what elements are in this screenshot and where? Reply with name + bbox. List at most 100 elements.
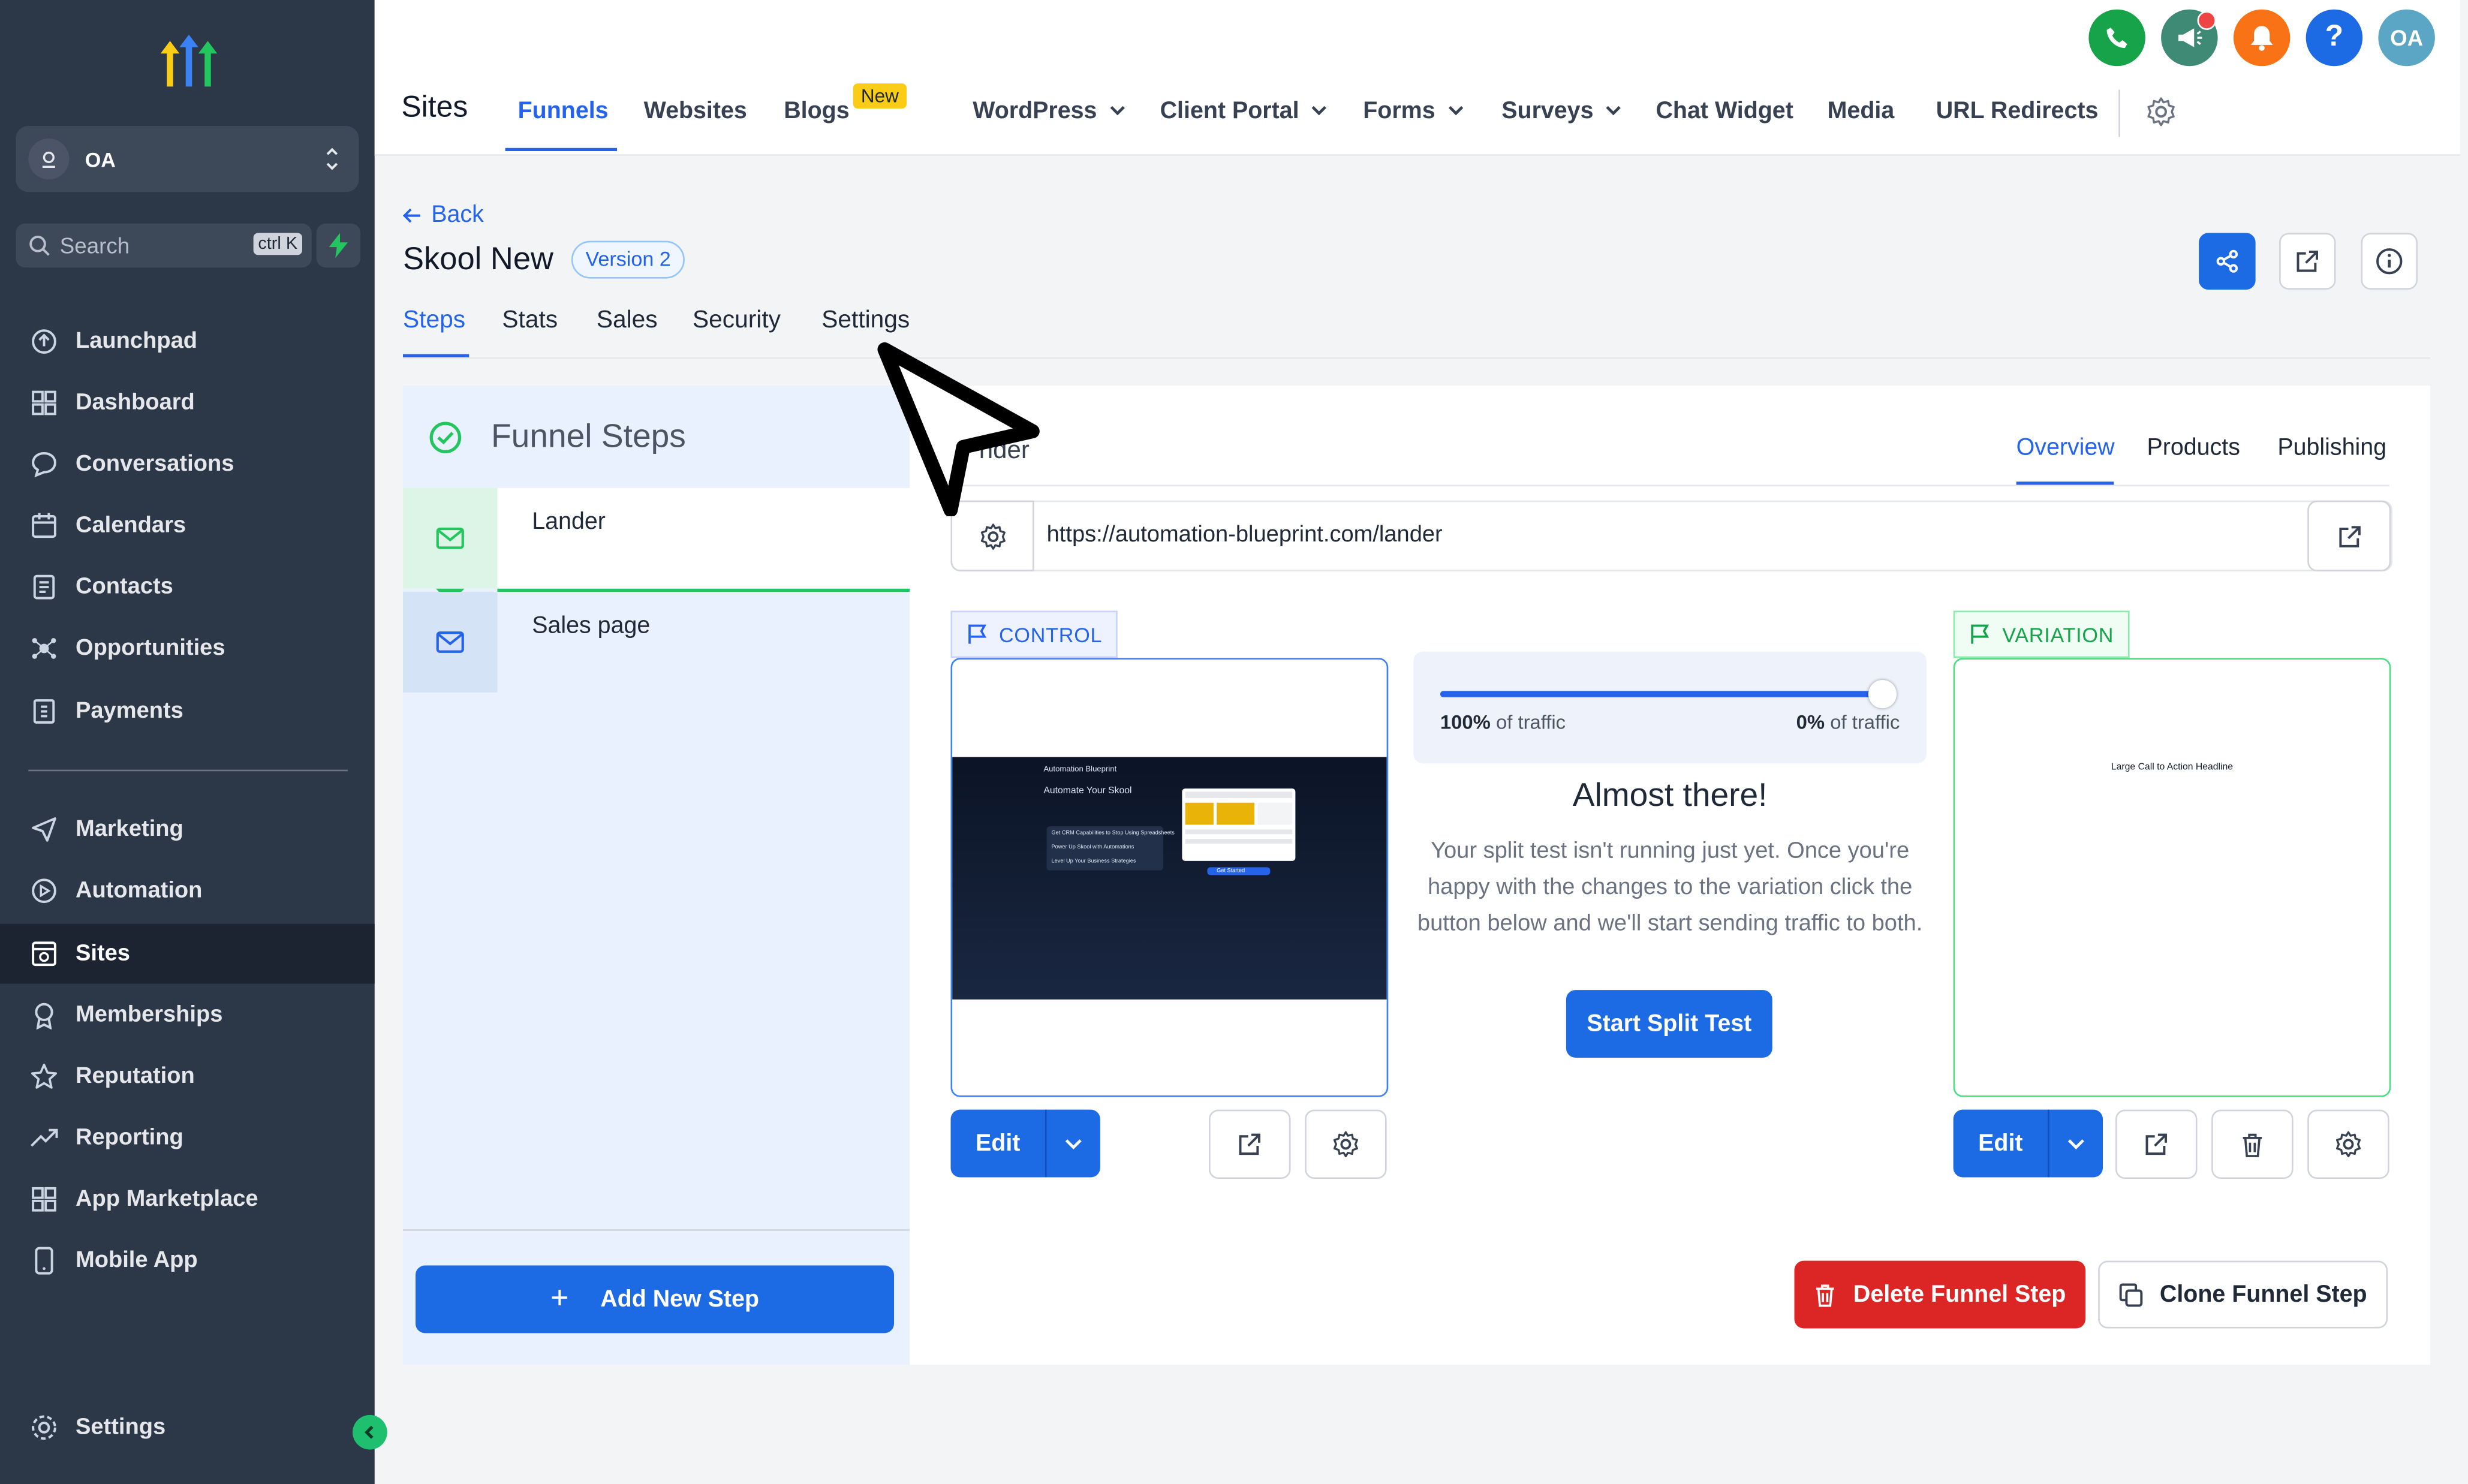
external-link-icon [2338, 525, 2360, 547]
chevron-updown-icon [326, 148, 338, 170]
tab-funnels[interactable]: Funnels [518, 98, 609, 125]
tab-client-portal[interactable]: Client Portal [1160, 98, 1328, 124]
mail-icon [403, 592, 498, 693]
tab-surveys[interactable]: Surveys [1501, 98, 1621, 124]
variation-delete-button[interactable] [2211, 1109, 2294, 1179]
step-url-field[interactable]: https://automation-blueprint.com/lander [1034, 502, 2313, 568]
open-url-button[interactable] [2307, 500, 2391, 571]
search-input[interactable]: Search ctrl K [16, 223, 312, 268]
location-icon [28, 139, 70, 180]
sidebar-item-launchpad[interactable]: Launchpad [0, 312, 375, 372]
flag-icon [968, 624, 986, 644]
tab-products[interactable]: Products [2147, 435, 2240, 462]
mail-icon [403, 487, 498, 589]
trash-icon [1817, 1284, 1835, 1307]
sidebar-item-conversations[interactable]: Conversations [0, 435, 375, 495]
tab-chat-widget[interactable]: Chat Widget [1656, 98, 1793, 125]
notifications-button[interactable] [2233, 9, 2291, 67]
chevron-down-icon[interactable] [1047, 1110, 1100, 1178]
variation-traffic-text: of traffic [1830, 711, 1900, 734]
help-button[interactable]: ? [2306, 9, 2363, 67]
sidebar-item-app-marketplace[interactable]: App Marketplace [0, 1169, 375, 1229]
back-link[interactable]: Back [403, 201, 484, 228]
chevron-down-icon [1448, 106, 1463, 116]
tab-url-redirects[interactable]: URL Redirects [1936, 98, 2099, 125]
control-settings-button[interactable] [1305, 1109, 1387, 1179]
sidebar-item-memberships[interactable]: Memberships [0, 985, 375, 1045]
info-icon [2376, 248, 2403, 275]
megaphone-icon [2178, 28, 2202, 47]
tab-stats[interactable]: Stats [502, 307, 558, 335]
clone-funnel-step-button[interactable]: Clone Funnel Step [2098, 1260, 2388, 1329]
sidebar-item-reputation[interactable]: Reputation [0, 1047, 375, 1107]
variation-preview[interactable]: Large Call to Action Headline [1953, 658, 2391, 1097]
tab-publishing[interactable]: Publishing [2277, 435, 2386, 462]
gear-icon [1333, 1131, 1358, 1158]
tab-media[interactable]: Media [1828, 98, 1895, 125]
chevron-left-icon [364, 1425, 374, 1439]
account-switcher[interactable]: OA [16, 126, 359, 192]
open-external-button[interactable] [2279, 233, 2336, 290]
announcements-button[interactable] [2161, 9, 2218, 67]
sidebar-item-mobile-app[interactable]: Mobile App [0, 1231, 375, 1291]
version-badge: Version 2 [571, 240, 685, 279]
tab-sales[interactable]: Sales [597, 307, 658, 335]
tab-forms[interactable]: Forms [1363, 98, 1464, 124]
phone-button[interactable] [2088, 9, 2145, 67]
tab-blogs[interactable]: Blogs [784, 98, 849, 125]
control-open-button[interactable] [1209, 1109, 1291, 1179]
variation-traffic-pct: 0% [1796, 711, 1825, 734]
user-avatar[interactable]: OA [2378, 9, 2435, 67]
tab-wordpress[interactable]: WordPress [973, 98, 1125, 124]
preview-bullets-box: Get CRM Capabilities to Stop Using Sprea… [1046, 826, 1175, 871]
sidebar-item-contacts[interactable]: Contacts [0, 557, 375, 617]
sidebar-item-settings[interactable]: Settings [0, 1398, 375, 1458]
tab-steps[interactable]: Steps [403, 307, 465, 335]
chevron-down-icon[interactable] [2049, 1110, 2103, 1178]
add-new-step-button[interactable]: + Add New Step [416, 1265, 894, 1334]
sidebar-item-label: Opportunities [76, 636, 225, 661]
flag-icon [1971, 624, 1990, 644]
sidebar-item-label: Reporting [76, 1125, 183, 1151]
sidebar-item-payments[interactable]: Payments [0, 682, 375, 742]
gear-icon [980, 523, 1005, 549]
quick-actions-button[interactable] [316, 223, 361, 268]
sidebar-item-automation[interactable]: Automation [0, 861, 375, 921]
sidebar-divider [28, 769, 348, 772]
app-root: OA Search ctrl K Launchpad Dashboard Con… [0, 0, 2468, 1484]
edit-variation-button[interactable]: Edit [1953, 1109, 2103, 1178]
add-step-label: Add New Step [600, 1286, 759, 1313]
sidebar-item-opportunities[interactable]: Opportunities [0, 619, 375, 679]
edit-control-button[interactable]: Edit [950, 1109, 1100, 1178]
trend-icon [28, 1122, 60, 1154]
variation-settings-button[interactable] [2307, 1109, 2389, 1179]
sidebar-item-reporting[interactable]: Reporting [0, 1108, 375, 1168]
variation-preview-headline: Large Call to Action Headline [2111, 763, 2234, 773]
tab-overview[interactable]: Overview [2016, 435, 2115, 462]
share-icon [2216, 249, 2238, 273]
gear-icon[interactable] [2145, 96, 2177, 128]
share-button[interactable] [2199, 233, 2256, 290]
control-preview[interactable]: Automation Blueprint Automate Your Skool… [950, 658, 1389, 1097]
tab-websites[interactable]: Websites [644, 98, 747, 125]
variation-open-button[interactable] [2115, 1109, 2198, 1179]
step-item-sales-page[interactable]: Sales page [403, 592, 910, 693]
sidebar-item-label: Launchpad [76, 329, 198, 354]
info-button[interactable] [2361, 233, 2418, 290]
new-badge: New [853, 83, 907, 109]
launchpad-icon [28, 326, 60, 357]
start-split-test-button[interactable]: Start Split Test [1566, 990, 1772, 1058]
sidebar-item-calendars[interactable]: Calendars [0, 496, 375, 556]
star-icon [28, 1061, 60, 1092]
traffic-slider-thumb[interactable] [1868, 680, 1897, 709]
step-item-lander[interactable]: Lander [403, 487, 910, 589]
sidebar-item-marketing[interactable]: Marketing [0, 800, 375, 860]
funnel-steps-title: Funnel Steps [491, 417, 686, 454]
sidebar-item-dashboard[interactable]: Dashboard [0, 373, 375, 433]
sidebar-item-sites[interactable]: Sites [0, 923, 375, 984]
clone-label: Clone Funnel Step [2159, 1281, 2367, 1308]
account-name: OA [85, 147, 116, 171]
collapse-sidebar-button[interactable] [353, 1414, 387, 1450]
tab-security[interactable]: Security [693, 307, 781, 335]
delete-funnel-step-button[interactable]: Delete Funnel Step [1794, 1260, 2086, 1329]
